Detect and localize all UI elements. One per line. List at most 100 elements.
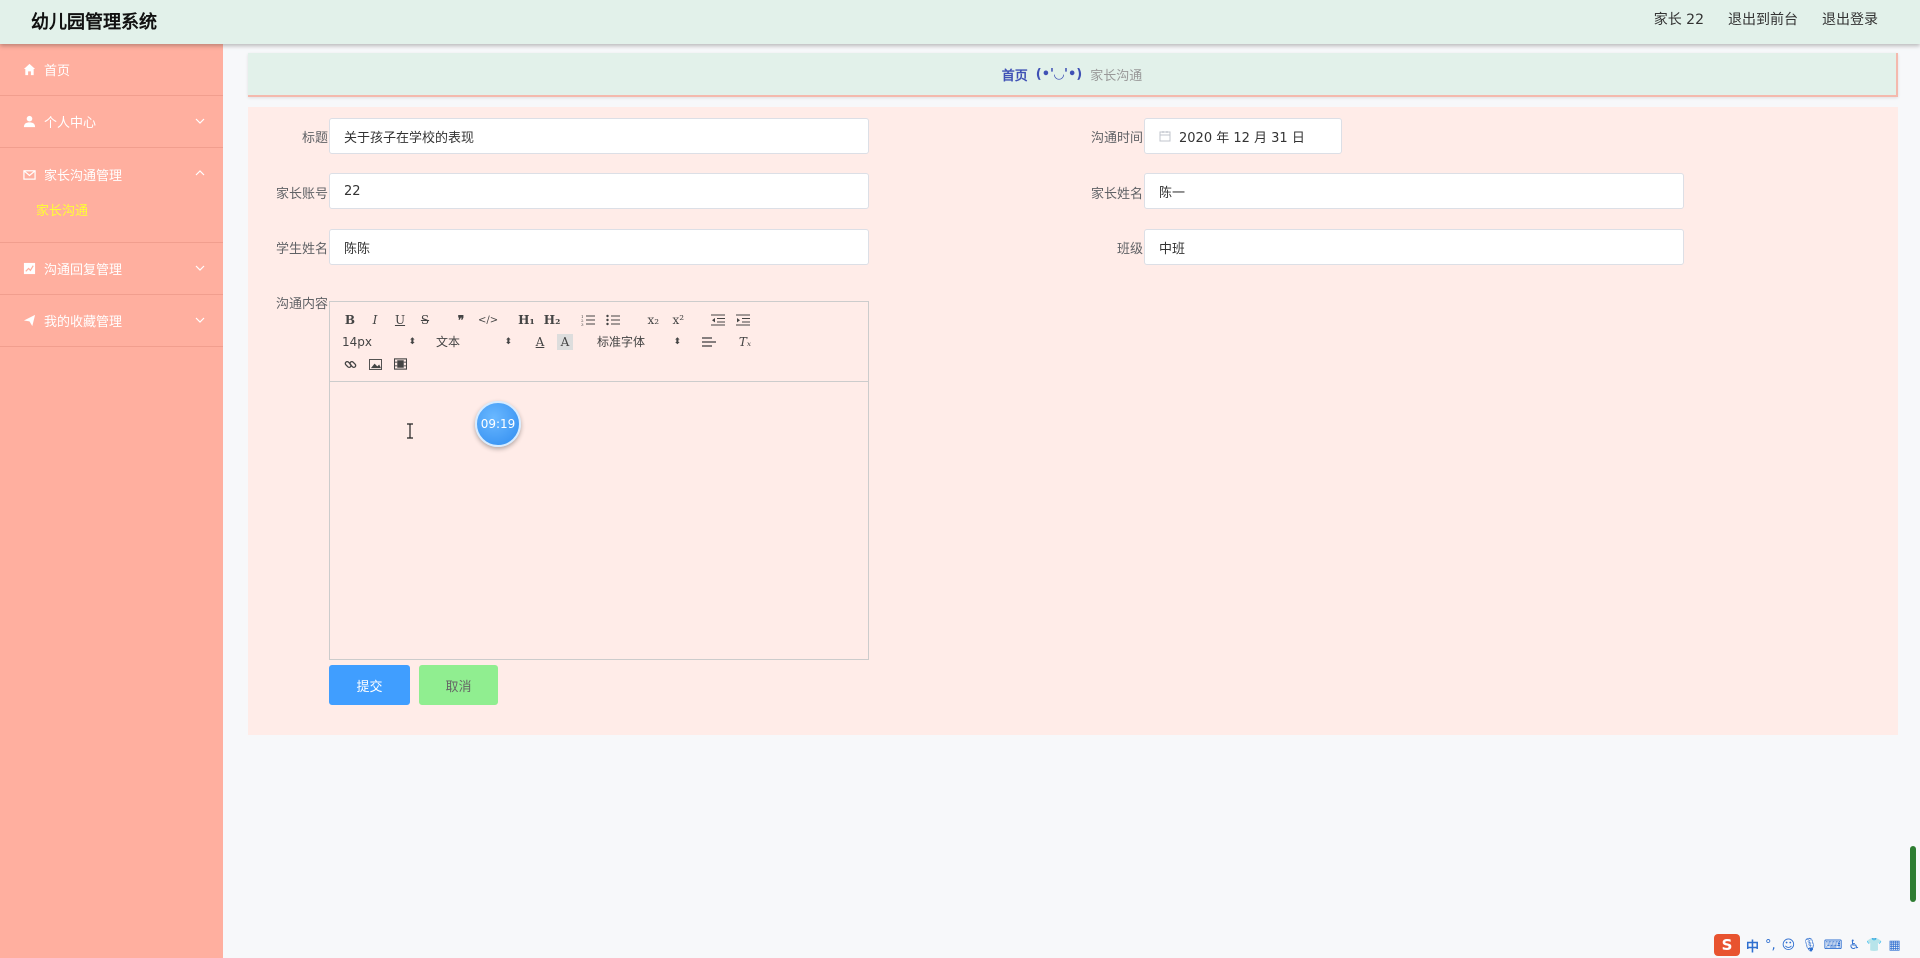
logout-link[interactable]: 退出登录 xyxy=(1822,9,1878,29)
sidebar-item-favorites[interactable]: 我的收藏管理 xyxy=(0,295,223,347)
breadcrumb-current: 家长沟通 xyxy=(1090,68,1143,84)
editor-content-area[interactable]: 09:19 xyxy=(330,382,868,659)
ime-tray: S 中 °, ☺ 🎙 ⌨ ♿ 👕 ▦ xyxy=(1710,932,1920,958)
form-panel: 标题 关于孩子在学校的表现 沟通时间 2020 年 12 月 31 日 家长账号… xyxy=(248,107,1898,735)
superscript-icon[interactable]: x² xyxy=(670,312,686,328)
font-color-icon[interactable]: A xyxy=(532,334,548,350)
sidebar: 首页 个人中心 家长沟通管理 家长沟通 沟通回复管理 我的收藏管理 xyxy=(0,44,223,958)
accessibility-icon[interactable]: ♿ xyxy=(1849,938,1861,953)
sidebar-subitem-parent-communication[interactable]: 家长沟通 xyxy=(0,200,223,242)
content-label: 沟通内容 xyxy=(275,297,328,312)
toolbar-row-3 xyxy=(342,356,417,372)
send-icon xyxy=(22,314,36,328)
class-input[interactable]: 中班 xyxy=(1144,229,1684,265)
bullet-list-icon[interactable] xyxy=(605,312,621,328)
select-arrows-icon: ⬍ xyxy=(408,336,416,347)
font-family-value: 标准字体 xyxy=(597,335,646,349)
sidebar-item-profile[interactable]: 个人中心 xyxy=(0,96,223,148)
breadcrumb-home[interactable]: 首页 xyxy=(1002,65,1028,84)
select-arrows-icon: ⬍ xyxy=(504,336,512,347)
heading-1-icon[interactable]: H₁ xyxy=(518,312,535,328)
chevron-down-icon xyxy=(195,317,205,323)
underline-icon[interactable]: U xyxy=(392,312,408,328)
bold-icon[interactable]: B xyxy=(342,312,358,328)
strikethrough-icon[interactable]: S xyxy=(417,312,433,328)
editor-toolbar: B I U S ❞ </> H₁ H₂ 123 x₂ x² 14px ⬍ 文本 … xyxy=(330,302,868,382)
subscript-icon[interactable]: x₂ xyxy=(645,312,661,328)
skin-icon[interactable]: 👕 xyxy=(1866,938,1882,953)
emoji-icon[interactable]: ☺ xyxy=(1782,938,1796,953)
font-size-value: 14px xyxy=(342,334,372,349)
paragraph-value: 文本 xyxy=(436,335,461,349)
heading-2-icon[interactable]: H₂ xyxy=(544,312,561,328)
video-icon[interactable] xyxy=(392,356,408,372)
cancel-button[interactable]: 取消 xyxy=(419,665,498,705)
user-label[interactable]: 家长 22 xyxy=(1654,9,1704,29)
class-value: 中班 xyxy=(1159,241,1186,257)
breadcrumb: 首页 (•'◡'•) 家长沟通 xyxy=(248,53,1898,97)
blockquote-icon[interactable]: ❞ xyxy=(453,312,469,328)
text-cursor-icon xyxy=(407,423,413,439)
parent-name-input[interactable]: 陈一 xyxy=(1144,173,1684,209)
ordered-list-icon[interactable]: 123 xyxy=(580,312,596,328)
time-value: 2020 年 12 月 31 日 xyxy=(1179,130,1305,146)
student-name-input[interactable]: 陈陈 xyxy=(329,229,869,265)
svg-text:3: 3 xyxy=(581,322,584,326)
background-color-icon[interactable]: A xyxy=(557,333,573,350)
outdent-icon[interactable] xyxy=(710,312,726,328)
sidebar-item-home[interactable]: 首页 xyxy=(0,44,223,96)
align-icon[interactable] xyxy=(701,334,717,350)
sidebar-item-reply[interactable]: 沟通回复管理 xyxy=(0,243,223,295)
home-icon xyxy=(22,63,36,77)
chevron-down-icon xyxy=(195,265,205,271)
timer-bubble[interactable]: 09:19 xyxy=(475,401,521,447)
font-family-select[interactable]: 标准字体 ⬍ xyxy=(597,333,681,350)
clear-format-icon[interactable]: Tₓ xyxy=(737,334,753,350)
sidebar-item-label: 首页 xyxy=(44,64,71,79)
time-label: 沟通时间 xyxy=(1090,131,1143,146)
paragraph-select[interactable]: 文本 ⬍ xyxy=(436,333,512,350)
toolbox-icon[interactable]: ▦ xyxy=(1888,938,1900,953)
indent-icon[interactable] xyxy=(735,312,751,328)
sidebar-item-label: 我的收藏管理 xyxy=(44,315,123,330)
account-value: 22 xyxy=(344,183,361,199)
font-size-select[interactable]: 14px ⬍ xyxy=(342,335,416,349)
sidebar-item-label: 个人中心 xyxy=(44,116,97,131)
italic-icon[interactable]: I xyxy=(367,312,383,328)
submit-button[interactable]: 提交 xyxy=(329,665,410,705)
microphone-icon[interactable]: 🎙 xyxy=(1801,938,1818,953)
account-input[interactable]: 22 xyxy=(329,173,869,209)
breadcrumb-separator: (•'◡'•) xyxy=(1035,66,1083,82)
sidebar-item-label: 家长沟通管理 xyxy=(44,168,123,184)
link-icon[interactable] xyxy=(342,356,358,372)
to-front-link[interactable]: 退出到前台 xyxy=(1728,9,1798,29)
scroll-indicator[interactable] xyxy=(1910,846,1916,902)
title-value: 关于孩子在学校的表现 xyxy=(344,130,475,146)
mail-icon xyxy=(22,167,36,181)
account-label: 家长账号 xyxy=(275,187,328,202)
title-label: 标题 xyxy=(301,131,328,146)
code-block-icon[interactable]: </> xyxy=(478,312,498,328)
keyboard-icon[interactable]: ⌨ xyxy=(1824,938,1843,953)
rich-text-editor: B I U S ❞ </> H₁ H₂ 123 x₂ x² 14px ⬍ 文本 … xyxy=(329,301,869,660)
parent-name-label: 家长姓名 xyxy=(1090,187,1143,202)
sidebar-item-communication[interactable]: 家长沟通管理 xyxy=(0,148,223,200)
time-picker[interactable]: 2020 年 12 月 31 日 xyxy=(1144,118,1342,154)
select-arrows-icon: ⬍ xyxy=(673,336,681,347)
image-icon[interactable] xyxy=(367,356,383,372)
ime-mode[interactable]: 中 xyxy=(1746,936,1759,955)
title-input[interactable]: 关于孩子在学校的表现 xyxy=(329,118,869,154)
calendar-icon xyxy=(1159,131,1171,142)
punctuation-icon[interactable]: °, xyxy=(1765,938,1776,953)
chart-icon xyxy=(22,262,36,276)
header-actions: 家长 22 退出到前台 退出登录 xyxy=(1654,9,1878,29)
toolbar-row-1: B I U S ❞ </> H₁ H₂ 123 x₂ x² xyxy=(342,312,760,328)
class-label: 班级 xyxy=(1116,242,1143,257)
sidebar-group-communication: 家长沟通管理 家长沟通 xyxy=(0,148,223,243)
student-name-label: 学生姓名 xyxy=(275,242,328,257)
sidebar-item-label: 沟通回复管理 xyxy=(44,263,123,278)
app-title: 幼儿园管理系统 xyxy=(31,12,157,33)
student-name-value: 陈陈 xyxy=(344,241,371,257)
toolbar-row-2: 14px ⬍ 文本 ⬍ A A 标准字体 ⬍ Tₓ xyxy=(342,333,762,350)
sogou-logo-icon[interactable]: S xyxy=(1714,934,1740,956)
